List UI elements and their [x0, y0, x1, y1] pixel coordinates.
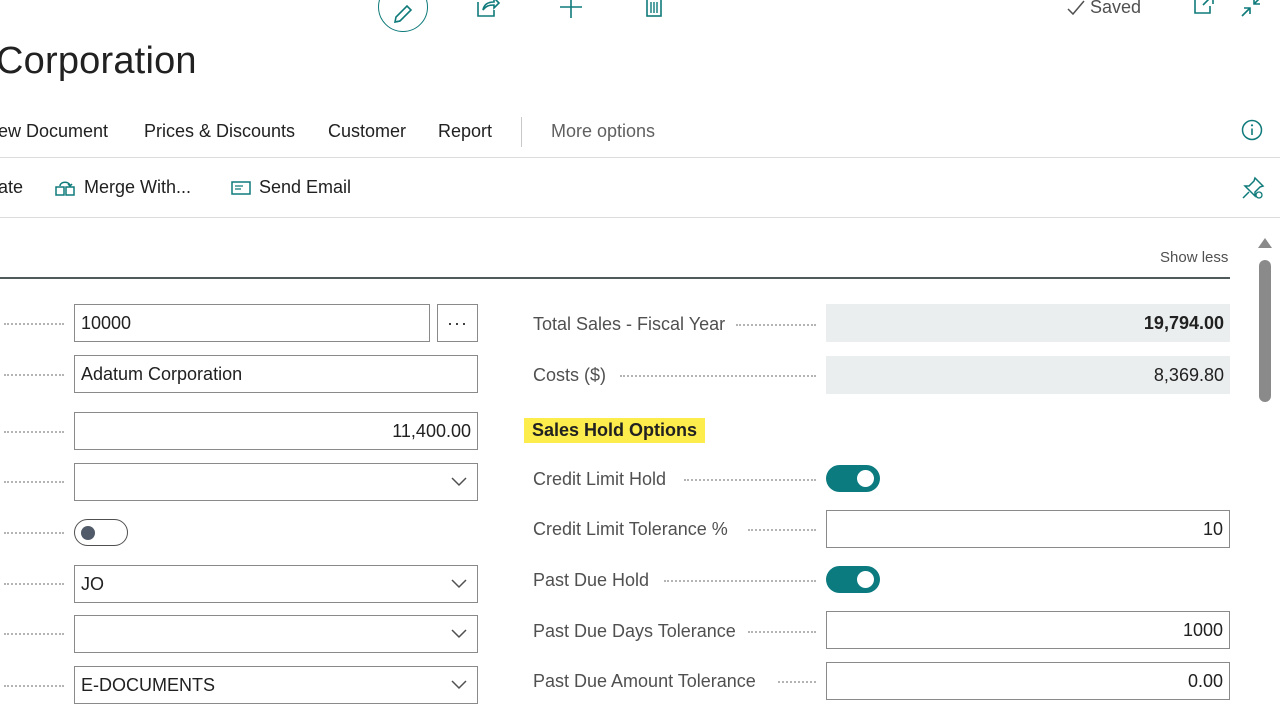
chevron-down-icon	[451, 629, 467, 639]
chevron-down-icon	[451, 579, 467, 589]
lookup-ellipsis-button[interactable]: ···	[437, 304, 478, 342]
credit-limit-hold-toggle[interactable]	[826, 465, 880, 492]
edit-button[interactable]	[378, 0, 428, 32]
dot-leader	[4, 374, 64, 378]
dot-leader	[664, 580, 816, 584]
dot-leader	[4, 532, 64, 536]
past-due-amount-label: Past Due Amount Tolerance	[533, 671, 756, 691]
chevron-down-icon	[451, 477, 467, 487]
credit-limit-hold-label: Credit Limit Hold	[533, 469, 667, 489]
section-underline	[0, 277, 1230, 279]
trash-icon	[646, 0, 662, 17]
merge-icon	[55, 181, 75, 196]
ellipsis-icon: ···	[447, 312, 468, 333]
dot-leader	[684, 479, 816, 483]
costs-label: Costs ($)	[533, 365, 607, 385]
chevron-down-icon	[451, 680, 467, 690]
code-value: JO	[81, 573, 105, 594]
past-due-days-label: Past Due Days Tolerance	[533, 621, 736, 641]
toggle-switch-off[interactable]	[74, 519, 128, 546]
past-due-days-input[interactable]: 1000	[826, 611, 1230, 649]
open-in-new-icon	[1194, 0, 1214, 14]
doc-type-select[interactable]: E-DOCUMENTS	[74, 666, 478, 704]
dot-leader	[748, 529, 816, 533]
credit-limit-tolerance-value: 10	[1202, 518, 1223, 539]
menu-new-document[interactable]: ew Document	[0, 121, 108, 142]
costs-value: 8,369.80	[826, 356, 1230, 394]
select-field-1[interactable]	[74, 463, 478, 501]
scroll-up-arrow[interactable]	[1258, 238, 1272, 248]
menu-divider	[521, 117, 522, 147]
open-new-window-button[interactable]	[1192, 0, 1222, 22]
scrollbar-thumb[interactable]	[1259, 260, 1271, 402]
number-value: 10000	[81, 312, 132, 333]
dot-leader	[778, 681, 816, 685]
dot-leader	[620, 375, 816, 379]
dot-leader	[4, 685, 64, 689]
past-due-days-value: 1000	[1182, 619, 1223, 640]
email-icon	[231, 180, 251, 195]
credit-limit-tolerance-input[interactable]: 10	[826, 510, 1230, 548]
credit-limit-tolerance-label: Credit Limit Tolerance %	[533, 519, 728, 539]
action-ate[interactable]: ate	[0, 177, 23, 198]
menu-more-options[interactable]: More options	[551, 121, 655, 142]
past-due-hold-label: Past Due Hold	[533, 570, 650, 590]
collapse-button[interactable]	[1240, 0, 1270, 24]
dot-leader	[4, 633, 64, 637]
pencil-icon	[393, 4, 413, 24]
toolbar-separator	[0, 217, 1280, 218]
total-sales-value: 19,794.00	[826, 304, 1230, 342]
menu-prices-discounts[interactable]: Prices & Discounts	[144, 121, 295, 142]
amount-value: 11,400.00	[392, 420, 471, 441]
info-button[interactable]	[1241, 119, 1263, 141]
delete-button[interactable]	[642, 0, 672, 24]
show-less-link[interactable]: Show less	[1160, 249, 1228, 266]
saved-label: Saved	[1090, 0, 1142, 17]
merge-with-button[interactable]: Merge With...	[54, 177, 191, 198]
menu-customer[interactable]: Customer	[328, 121, 406, 142]
plus-icon	[560, 0, 582, 18]
menu-separator	[0, 157, 1280, 158]
action-ate-label: ate	[0, 177, 24, 197]
doc-type-value: E-DOCUMENTS	[81, 674, 215, 695]
past-due-hold-toggle[interactable]	[826, 566, 880, 593]
dot-leader	[736, 324, 816, 328]
pin-icon	[1242, 176, 1265, 199]
checkmark-icon	[1067, 0, 1085, 15]
code-select[interactable]: JO	[74, 565, 478, 603]
send-email-button[interactable]: Send Email	[231, 177, 351, 198]
info-icon	[1241, 119, 1263, 141]
saved-status: Saved	[1066, 0, 1141, 18]
share-icon	[477, 0, 500, 17]
dot-leader	[4, 481, 64, 485]
name-field[interactable]: Adatum Corporation	[74, 355, 478, 393]
menu-report[interactable]: Report	[438, 121, 492, 142]
past-due-amount-value: 0.00	[1187, 670, 1223, 691]
new-button[interactable]	[558, 0, 588, 24]
name-value: Adatum Corporation	[81, 363, 243, 384]
total-sales-label: Total Sales - Fiscal Year	[533, 314, 726, 334]
amount-field[interactable]: 11,400.00	[74, 412, 478, 450]
past-due-amount-input[interactable]: 0.00	[826, 662, 1230, 700]
dot-leader	[4, 583, 64, 587]
send-email-label: Send Email	[259, 177, 352, 197]
share-button[interactable]	[474, 0, 504, 24]
page-title: Corporation	[0, 40, 197, 82]
dot-leader	[4, 323, 64, 327]
merge-with-label: Merge With...	[84, 177, 192, 197]
dot-leader	[748, 631, 816, 635]
dot-leader	[4, 431, 64, 435]
pin-button[interactable]	[1241, 176, 1265, 200]
collapse-icon	[1241, 0, 1260, 17]
select-field-2[interactable]	[74, 615, 478, 653]
number-field[interactable]: 10000	[74, 304, 430, 342]
sales-hold-options-heading: Sales Hold Options	[524, 418, 706, 443]
